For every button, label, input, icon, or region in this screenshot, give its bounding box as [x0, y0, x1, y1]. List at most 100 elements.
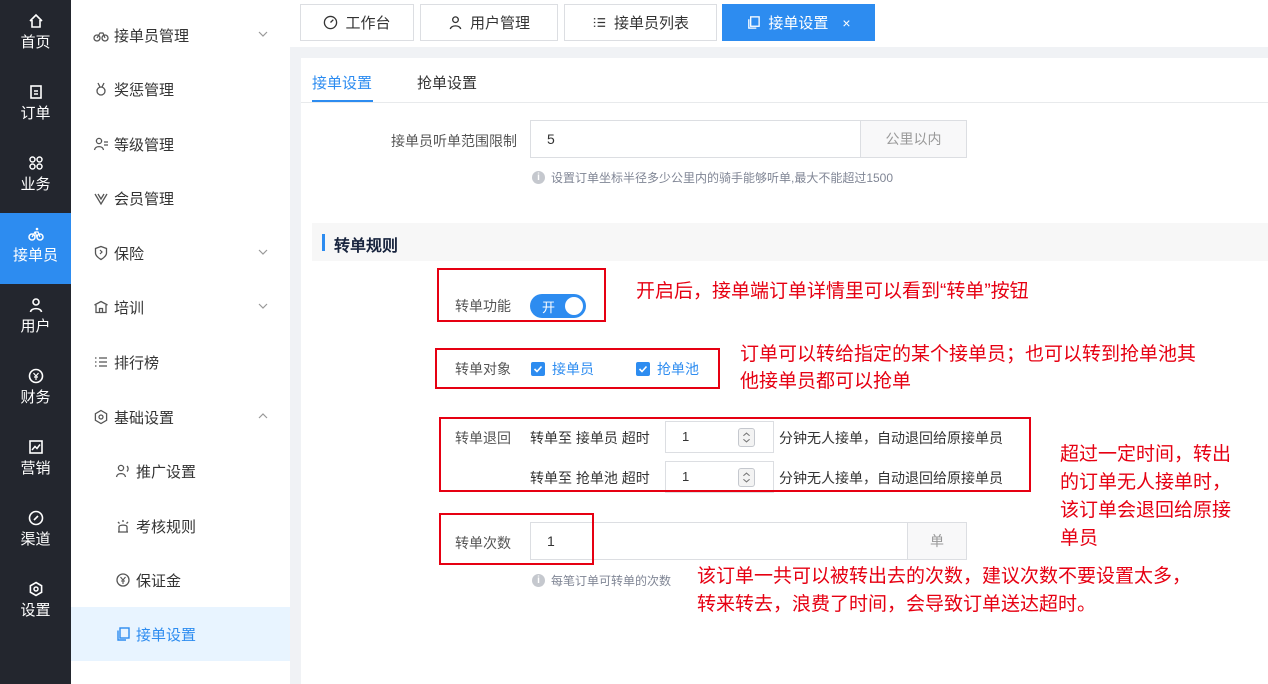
settings-icon — [29, 581, 42, 597]
subnav-label: 接单设置 — [136, 626, 197, 644]
range-label: 接单员听单范围限制 — [391, 133, 517, 149]
bicycle-icon — [93, 32, 109, 42]
rail-label: 订单 — [20, 105, 51, 122]
rail-item-settings[interactable]: 设置 — [0, 568, 71, 639]
annotation-box-target — [435, 348, 720, 389]
tab-rider-list[interactable]: 接单员列表 — [564, 4, 717, 41]
subnav-item-basic-settings[interactable]: 基础设置 — [71, 390, 290, 444]
tab-user-management[interactable]: 用户管理 — [420, 4, 558, 41]
subnav-item-rewards[interactable]: 奖惩管理 — [71, 62, 290, 116]
page-tabs-bar: 工作台 用户管理 接单员列表 接单设置 × — [290, 0, 1268, 47]
subnav-label: 保险 — [114, 245, 145, 263]
subnav-label: 培训 — [114, 299, 145, 317]
user-broadcast-icon — [115, 464, 129, 478]
subnav-item-levels[interactable]: 等级管理 — [71, 117, 290, 171]
subnav-item-training[interactable]: 培训 — [71, 280, 290, 334]
primary-rail: 首页 订单 业务 接单员 用户 财务 营销 渠道 设置 — [0, 0, 71, 684]
settings-icon — [94, 409, 108, 425]
subnav-label: 考核规则 — [136, 518, 197, 536]
tab-dashboard[interactable]: 工作台 — [300, 4, 414, 41]
info-icon: i — [532, 171, 545, 184]
subnav-item-leaderboard[interactable]: 排行榜 — [71, 335, 290, 389]
subnav-item-rider-management[interactable]: 接单员管理 — [71, 8, 290, 62]
transfer-count-hint: i 每笔订单可转单的次数 — [532, 572, 671, 589]
annotation-note-target-1: 订单可以转给指定的某个接单员；也可以转到抢单池其 — [740, 344, 1197, 365]
rail-item-marketing[interactable]: 营销 — [0, 426, 71, 497]
alarm-icon — [117, 520, 129, 533]
subnav-item-assessment-rules[interactable]: 考核规则 — [71, 499, 290, 553]
subnav-item-deposit[interactable]: 保证金 — [71, 553, 290, 607]
subnav-label: 保证金 — [136, 572, 182, 590]
annotation-box-count — [439, 513, 594, 565]
annotation-box-switch — [437, 268, 606, 322]
order-icon — [29, 85, 42, 99]
grid-icon — [28, 156, 43, 170]
subnav-item-membership[interactable]: 会员管理 — [71, 171, 290, 225]
chevron-down-icon — [258, 249, 268, 255]
transfer-count-unit-addon: 单 — [907, 522, 967, 560]
money-icon — [116, 573, 130, 587]
annotation-note-count-1: 该订单一共可以被转出去的次数，建议次数不要设置太多， — [697, 566, 1192, 587]
range-unit-addon: 公里以内 — [860, 120, 967, 158]
rail-item-finance[interactable]: 财务 — [0, 355, 71, 426]
info-icon: i — [532, 574, 545, 587]
subnav-label: 排行榜 — [114, 354, 160, 372]
copy-document-icon — [748, 16, 761, 29]
rail-label: 渠道 — [20, 531, 51, 548]
range-hint: i 设置订单坐标半径多少公里内的骑手能够听单,最大不能超过1500 — [532, 169, 893, 186]
subnav-item-promotion-settings[interactable]: 推广设置 — [71, 444, 290, 498]
section-header: 转单规则 — [312, 223, 1268, 261]
rail-label: 设置 — [20, 602, 51, 619]
range-hint-text: 设置订单坐标半径多少公里内的骑手能够听单,最大不能超过1500 — [551, 171, 894, 185]
tab-label: 工作台 — [345, 15, 391, 32]
close-icon[interactable]: × — [842, 15, 850, 31]
range-input[interactable]: 5 — [530, 120, 861, 158]
subtab-order-settings[interactable]: 接单设置 — [312, 72, 372, 93]
subnav-label: 奖惩管理 — [114, 81, 175, 99]
rail-item-orders[interactable]: 订单 — [0, 71, 71, 142]
subtab-active-indicator — [312, 100, 373, 102]
subnav-label: 会员管理 — [114, 190, 175, 208]
section-accent-bar — [322, 234, 325, 251]
annotation-note-return-2: 的订单无人接单时， — [1060, 472, 1232, 493]
secondary-sidebar: 接单员管理 奖惩管理 等级管理 会员管理 保险 培训 排行榜 基础设置 推广设置… — [71, 0, 290, 684]
medal-icon — [96, 82, 106, 96]
tab-label: 接单设置 — [768, 15, 829, 32]
shield-icon — [94, 245, 108, 261]
rail-item-home[interactable]: 首页 — [0, 0, 71, 71]
subnav-label: 基础设置 — [114, 409, 175, 427]
section-title: 转单规则 — [334, 238, 399, 255]
rail-label: 首页 — [20, 34, 51, 51]
annotation-note-count-2: 转来转去，浪费了时间，会导致订单送达超时。 — [697, 594, 1097, 615]
annotation-note-return-3: 该订单会退回给原接 — [1060, 500, 1232, 521]
subnav-label: 推广设置 — [136, 463, 197, 481]
rail-item-riders[interactable]: 接单员 — [0, 213, 71, 284]
annotation-note-target-2: 他接单员都可以抢单 — [740, 371, 912, 392]
list-icon — [95, 357, 107, 367]
subnav-label: 等级管理 — [114, 136, 175, 154]
annotation-note-switch: 开启后，接单端订单详情里可以看到“转单”按钮 — [636, 281, 1029, 302]
rail-item-users[interactable]: 用户 — [0, 284, 71, 355]
tab-order-settings[interactable]: 接单设置 × — [722, 4, 875, 41]
tab-label: 接单员列表 — [613, 15, 689, 32]
range-unit: 公里以内 — [885, 131, 942, 147]
transfer-count-hint-text: 每笔订单可转单的次数 — [551, 574, 672, 588]
vip-icon — [94, 193, 108, 206]
subnav-label: 接单员管理 — [114, 27, 190, 45]
rail-item-channels[interactable]: 渠道 — [0, 497, 71, 568]
user-list-icon — [93, 137, 108, 151]
settings-subtabs: 接单设置 抢单设置 — [301, 58, 1268, 103]
user-icon — [449, 16, 462, 30]
chevron-up-icon — [258, 413, 268, 419]
rail-label: 接单员 — [12, 247, 58, 264]
money-icon — [28, 368, 43, 384]
gauge-icon — [324, 15, 338, 30]
rail-item-business[interactable]: 业务 — [0, 142, 71, 213]
annotation-note-return-1: 超过一定时间，转出 — [1060, 444, 1232, 465]
school-icon — [94, 300, 108, 314]
subtab-grab-settings[interactable]: 抢单设置 — [417, 72, 477, 93]
annotation-box-return — [439, 417, 1031, 492]
subnav-item-insurance[interactable]: 保险 — [71, 226, 290, 280]
trend-chart-icon — [28, 440, 43, 454]
subnav-item-order-settings[interactable]: 接单设置 — [71, 607, 290, 661]
